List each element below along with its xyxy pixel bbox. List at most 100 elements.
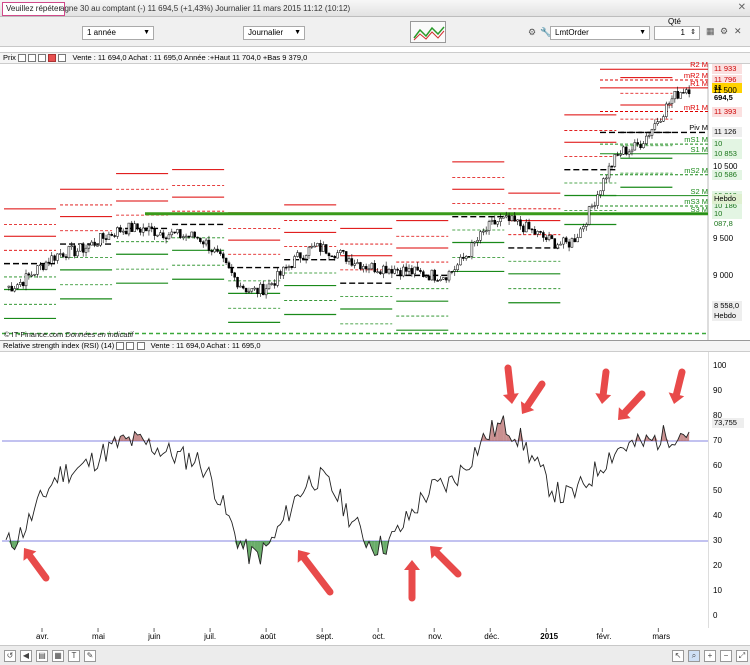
candle-body [84,247,88,253]
candle-body [313,245,316,248]
cursor-icon[interactable]: ↖ [672,650,684,662]
candle-body [127,222,131,235]
candle-body [279,271,282,276]
candle-body [99,233,102,246]
candle-body [299,252,302,259]
candle-body [464,256,468,259]
candle-body [596,194,599,206]
candle-body [59,253,62,255]
candle-body [550,235,554,239]
window-icon[interactable] [126,342,135,350]
candle-body [639,144,642,149]
candle-body [201,241,205,245]
level-price-tag: 10 853 [712,148,742,159]
candle-body [607,165,611,179]
candle-body [413,266,416,275]
weekly-high-tag: Hebdo [712,194,742,204]
zoom-out-icon[interactable]: − [720,650,732,662]
rsi-y-tick: 70 [713,436,722,445]
candle-body [287,266,291,268]
candle-body [210,250,214,253]
fit-icon[interactable]: ⤢ [736,650,748,662]
candle-body [359,262,362,270]
candle-body [524,221,528,233]
candle-body [159,232,162,236]
candle-body [310,245,314,248]
rsi-panel-header: Relative strength index (RSI) (14) Vente… [0,340,750,352]
candle-body [444,277,448,281]
rsi-oversold-fill [383,541,387,555]
candle-body [110,233,114,236]
draw-icon[interactable]: ✎ [84,650,96,662]
level-label: S3 M [690,204,708,214]
candle-body [573,238,577,243]
candle-body [190,231,194,238]
scroll-left-icon[interactable]: ◀ [20,650,32,662]
candle-body [390,269,394,274]
candle-body [656,121,659,125]
candle-body [424,275,428,278]
wrench-icon[interactable] [116,342,125,350]
candle-body [553,238,557,249]
candle-body [625,146,628,155]
candle-body [330,255,334,258]
rsi-y-tick: 30 [713,536,722,545]
x-tick-label: juil. [204,632,217,641]
candle-body [402,266,405,277]
candle-body [470,242,474,257]
candle-body [510,215,514,221]
candle-body [53,255,56,261]
candle-body [547,235,551,240]
chart-icon[interactable]: ▤ [36,650,48,662]
zoom-area-icon[interactable]: ⌕ [688,650,700,662]
level-label: Piv M [689,123,708,133]
candle-body [384,265,388,274]
candle-body [650,129,654,136]
zoom-reset-icon[interactable]: ↺ [4,650,16,662]
candle-body [645,135,648,144]
text-icon[interactable]: T [68,650,80,662]
candle-body [67,246,71,258]
candle-body [604,177,608,180]
candle-body [124,230,128,235]
grid-icon[interactable]: ▦ [52,650,64,662]
candle-body [16,284,19,289]
candle-body [44,261,48,270]
candle-body [107,233,111,240]
candle-body [593,205,597,207]
candle-body [676,91,679,99]
candle-body [562,237,565,245]
candle-body [393,268,396,274]
candle-body [27,273,31,276]
candle-body [307,246,311,256]
candle-body [170,231,174,236]
candle-body [302,257,305,260]
candle-body [101,233,105,239]
candle-body [179,229,182,238]
candle-body [322,244,325,252]
candle-body [230,267,234,274]
candle-body [164,237,168,240]
zoom-in-icon[interactable]: + [704,650,716,662]
candle-body [522,225,525,233]
candle-body [221,253,225,259]
candle-body [13,288,16,292]
candle-body [156,234,159,237]
candle-body [10,285,13,292]
x-tick-label: mai [92,632,105,641]
candle-body [476,240,479,243]
level-label: R1 M [690,78,708,88]
candle-body [419,269,422,272]
candle-body [199,237,202,242]
candle-body [181,236,185,238]
candle-body [473,241,477,244]
rsi-y-tick: 90 [713,386,722,395]
candle-body [204,239,208,245]
candle-body [544,237,548,240]
candle-body [630,149,634,153]
candle-body [276,271,279,286]
candle-body [356,262,359,265]
close-icon[interactable] [136,342,145,350]
candle-body [404,266,408,272]
level-price-tag: 10 586 [712,169,742,180]
